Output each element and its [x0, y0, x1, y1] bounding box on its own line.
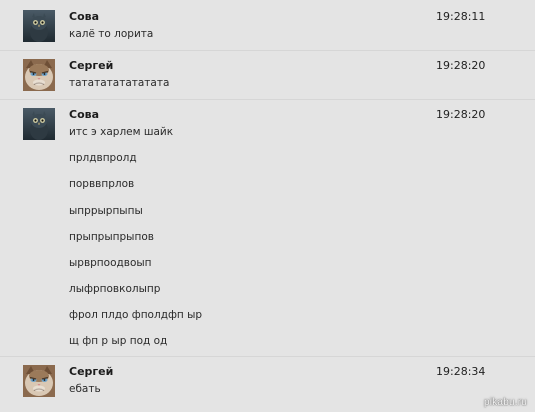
- grumpy-cat-avatar[interactable]: [23, 365, 55, 397]
- message-text: лыфрповколыпр: [69, 283, 161, 295]
- grumpy-cat-avatar[interactable]: [23, 59, 55, 91]
- message-author[interactable]: Сова: [69, 108, 99, 121]
- message-time: 19:28:34: [436, 365, 486, 378]
- message-author[interactable]: Сергей: [69, 59, 113, 72]
- message-text: прлдвпролд: [69, 152, 137, 164]
- message-time: 19:28:20: [436, 108, 486, 121]
- message-text: тататататататата: [69, 77, 170, 89]
- message-text: прыпрыпрыпов: [69, 231, 154, 243]
- watermark: pikabu.ru: [484, 397, 527, 408]
- message-text: итс э харлем шайк: [69, 126, 174, 138]
- message-text: порввпрлов: [69, 178, 135, 190]
- message-author[interactable]: Сова: [69, 10, 99, 23]
- message-divider: [0, 50, 535, 51]
- message-text: щ фп р ыр под од: [69, 335, 168, 347]
- message-text: калё то лорита: [69, 28, 154, 40]
- message-text: ырврпоодвоып: [69, 257, 152, 269]
- message-time: 19:28:11: [436, 10, 486, 23]
- owl-avatar[interactable]: [23, 108, 55, 140]
- chat-log: Сова 19:28:11 калё то лорита Сергей 19:2…: [0, 0, 535, 412]
- message-text: фрол плдо фполдфп ыр: [69, 309, 203, 321]
- message-divider: [0, 356, 535, 357]
- message-time: 19:28:20: [436, 59, 486, 72]
- message-text: ебать: [69, 383, 101, 395]
- message-divider: [0, 99, 535, 100]
- owl-avatar[interactable]: [23, 10, 55, 42]
- message-text: ыпррырпыпы: [69, 205, 143, 217]
- message-author[interactable]: Сергей: [69, 365, 113, 378]
